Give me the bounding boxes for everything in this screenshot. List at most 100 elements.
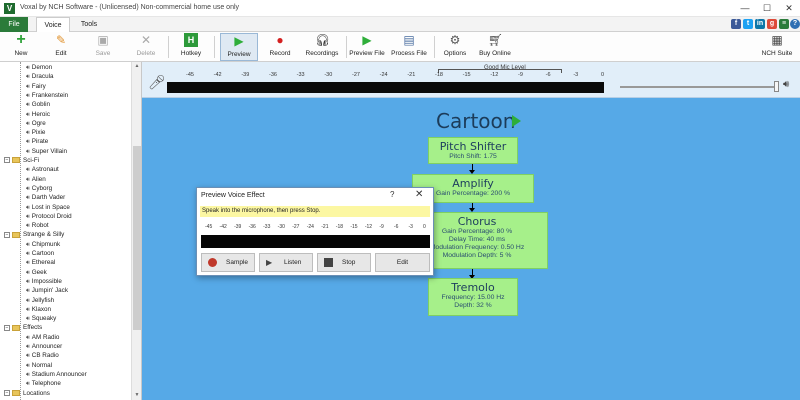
sample-button[interactable]: Sample	[201, 253, 255, 272]
dialog-scale-tick: -39	[234, 224, 242, 230]
tree-voice-item[interactable]: 🔊︎ Jumpin' Jack	[26, 286, 68, 295]
voice-speaker-icon: 🔊︎	[26, 83, 30, 90]
tree-voice-item[interactable]: 🔊︎ Protocol Droid	[26, 212, 72, 221]
effect-pitch-shifter[interactable]: Pitch Shifter Pitch Shift: 1.75	[428, 137, 518, 164]
collapse-icon[interactable]: −	[4, 324, 10, 331]
microphone-icon[interactable]: 🎤︎	[148, 74, 166, 91]
tree-voice-item[interactable]: 🔊︎ Pirate	[26, 137, 48, 146]
voice-play-icon[interactable]	[512, 115, 521, 127]
tab-tools[interactable]: Tools	[74, 17, 104, 32]
tree-folder[interactable]: − Locations	[4, 389, 50, 398]
tree-voice-item[interactable]: 🔊︎ Fairy	[26, 82, 46, 91]
dialog-close-button[interactable]: ✕	[415, 189, 423, 200]
tree-voice-item[interactable]: 🔊︎ Impossible	[26, 277, 62, 286]
tree-voice-item[interactable]: 🔊︎ Alien	[26, 175, 46, 184]
voice-speaker-icon: 🔊︎	[26, 251, 30, 257]
minimize-button[interactable]: —	[735, 2, 755, 15]
tree-voice-item[interactable]: 🔊︎ Normal	[26, 361, 52, 370]
sidebar-scrollbar[interactable]: ▲ ▼	[131, 62, 141, 400]
save-button[interactable]: ▣ Save	[88, 33, 118, 61]
tab-voice[interactable]: Voice	[36, 17, 70, 32]
recordings-button[interactable]: 🎧︎ Recordings	[303, 33, 341, 61]
hotkey-button[interactable]: H Hotkey	[175, 33, 207, 61]
tree-voice-item[interactable]: 🔊︎ Geek	[26, 268, 47, 277]
meter-scale-tick: 0	[601, 72, 605, 78]
collapse-icon[interactable]: −	[4, 231, 10, 238]
linkedin-icon[interactable]: in	[755, 19, 765, 29]
tree-voice-item[interactable]: 🔊︎ Pixie	[26, 128, 45, 137]
tree-voice-item[interactable]: 🔊︎ Chipmunk	[26, 240, 60, 249]
tree-voice-item[interactable]: 🔊︎ Stadium Announcer	[26, 370, 87, 379]
tree-voice-item[interactable]: 🔊︎ Ethereal	[26, 258, 55, 267]
tree-folder[interactable]: − Effects	[4, 323, 42, 332]
process-file-button[interactable]: ▤ Process File	[390, 33, 428, 61]
tree-voice-item[interactable]: 🔊︎ Announcer	[26, 342, 62, 351]
tree-voice-item[interactable]: 🔊︎ Demon	[26, 63, 52, 72]
options-button[interactable]: ⚙ Options	[440, 33, 470, 61]
process-file-icon: ▤	[403, 33, 415, 47]
tree-voice-item[interactable]: 🔊︎ Dracula	[26, 72, 53, 81]
voice-speaker-icon: 🔊︎	[26, 185, 30, 192]
voice-speaker-icon: 🔊︎	[26, 353, 30, 360]
tree-voice-item[interactable]: 🔊︎ Klaxon	[26, 305, 51, 314]
tree-voice-item[interactable]: 🔊︎ Super Villain	[26, 147, 67, 156]
tree-voice-item[interactable]: 🔊︎ Frankenstein	[26, 91, 68, 100]
preview-file-button[interactable]: ▶ Preview File	[349, 33, 385, 61]
effect-tremolo[interactable]: Tremolo Frequency: 15.00 Hz Depth: 32 %	[428, 278, 518, 316]
voice-speaker-icon: 🔊︎	[26, 139, 30, 146]
collapse-icon[interactable]: −	[4, 157, 10, 164]
tree-voice-item[interactable]: 🔊︎ Astronaut	[26, 165, 59, 174]
tree-voice-item[interactable]: 🔊︎ Heroic	[26, 110, 50, 119]
tree-voice-item[interactable]: 🔊︎ Cyborg	[26, 184, 52, 193]
dialog-scale-tick: 0	[423, 224, 426, 230]
edit-effect-button[interactable]: Edit	[375, 253, 430, 272]
menu-file[interactable]: File	[0, 17, 28, 32]
new-button[interactable]: + New	[6, 32, 36, 61]
toolbar-separator	[214, 36, 215, 58]
listen-button[interactable]: ▶ Listen	[259, 253, 313, 272]
tree-voice-item[interactable]: 🔊︎ Jellyfish	[26, 296, 54, 305]
preview-file-icon: ▶	[362, 33, 372, 47]
record-button[interactable]: ● Record	[263, 33, 297, 61]
tree-item-label: Geek	[31, 268, 47, 276]
toolbar-separator	[346, 36, 347, 58]
scroll-down-arrow[interactable]: ▼	[132, 391, 141, 400]
tree-voice-item[interactable]: 🔊︎ Goblin	[26, 100, 50, 109]
tree-voice-item[interactable]: 🔊︎ Squeaky	[26, 314, 56, 323]
tree-voice-item[interactable]: 🔊︎ AM Radio	[26, 333, 59, 342]
help-icon[interactable]: ?	[790, 19, 800, 29]
twitter-icon[interactable]: t	[743, 19, 753, 29]
volume-slider-thumb[interactable]	[774, 81, 779, 92]
folder-icon	[12, 231, 20, 238]
google-plus-icon[interactable]: g	[767, 19, 777, 29]
scroll-up-arrow[interactable]: ▲	[132, 62, 141, 71]
tree-folder[interactable]: − Strange & Silly	[4, 230, 64, 239]
edit-button[interactable]: ✎ Edit	[46, 33, 76, 61]
tree-voice-item[interactable]: 🔊︎ Cartoon	[26, 249, 54, 258]
tree-item-label: CB Radio	[31, 352, 59, 360]
tree-voice-item[interactable]: 🔊︎ Darth Vader	[26, 193, 65, 202]
buy-online-button[interactable]: 🛒︎ Buy Online	[478, 33, 512, 61]
meter-scale-tick: -18	[435, 72, 443, 78]
tree-voice-item[interactable]: 🔊︎ Lost in Space	[26, 203, 70, 212]
delete-button[interactable]: ✕ Delete	[131, 33, 161, 61]
nch-icon[interactable]: ≡	[779, 19, 789, 29]
stop-button[interactable]: Stop	[317, 253, 371, 272]
tree-item-label: Demon	[31, 64, 53, 71]
facebook-icon[interactable]: f	[731, 19, 741, 29]
tree-voice-item[interactable]: 🔊︎ Ogre	[26, 119, 46, 128]
voice-speaker-icon: 🔊︎	[26, 223, 30, 230]
dialog-help-button[interactable]: ?	[390, 190, 394, 199]
tree-folder[interactable]: − Sci-Fi	[4, 156, 39, 165]
tree-voice-item[interactable]: 🔊︎ Robot	[26, 221, 49, 230]
tree-item-label: Robot	[31, 222, 49, 230]
volume-slider-track[interactable]	[620, 86, 778, 88]
collapse-icon[interactable]: −	[4, 389, 10, 396]
close-button[interactable]: ✕	[779, 2, 799, 15]
maximize-button[interactable]: ☐	[757, 2, 777, 15]
tree-voice-item[interactable]: 🔊︎ Telephone	[26, 379, 61, 388]
preview-button[interactable]: ▶ Preview	[220, 33, 258, 61]
scroll-thumb[interactable]	[133, 146, 141, 330]
nch-suite-button[interactable]: ▦ NCH Suite	[760, 33, 794, 61]
tree-voice-item[interactable]: 🔊︎ CB Radio	[26, 351, 59, 360]
